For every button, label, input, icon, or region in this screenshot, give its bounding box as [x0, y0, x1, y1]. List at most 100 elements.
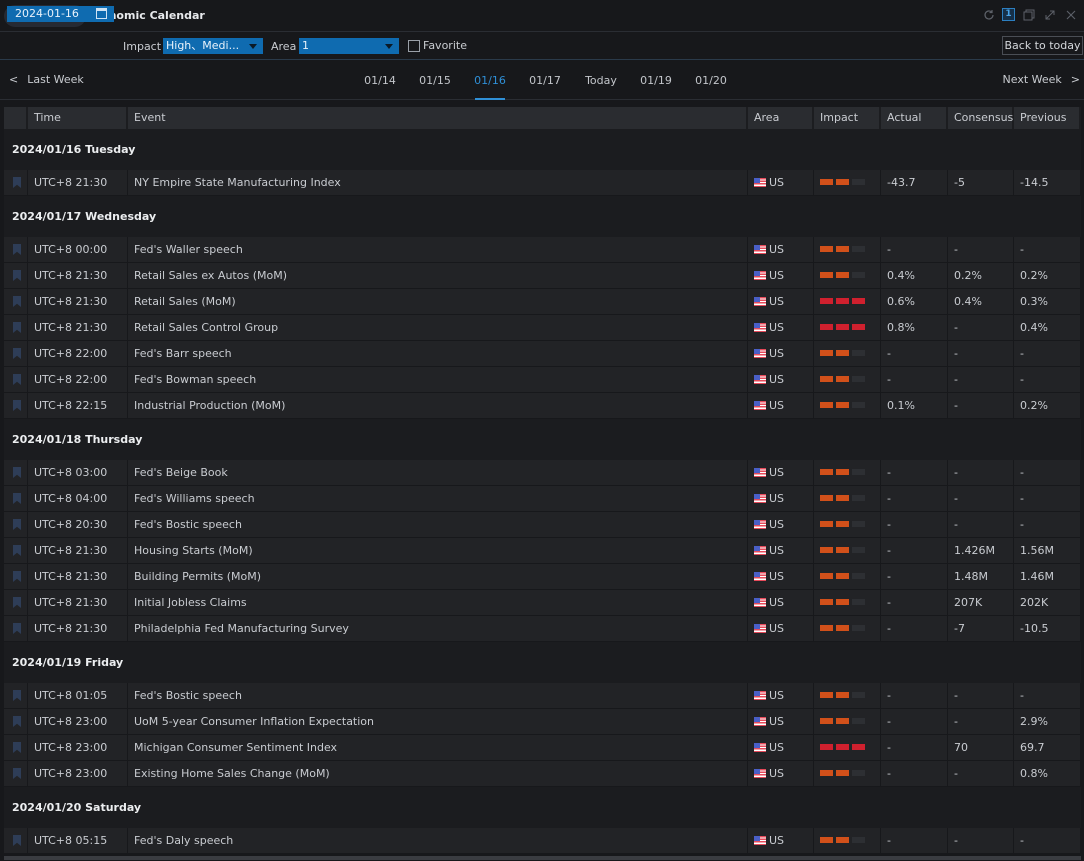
table-row[interactable]: UTC+8 20:30 Fed's Bostic speech US - - - — [4, 512, 1081, 538]
event-name[interactable]: Fed's Bostic speech — [128, 683, 748, 708]
table-row[interactable]: UTC+8 21:30 Retail Sales Control Group US 0… — [4, 315, 1081, 341]
next-week-button[interactable]: Next Week > — [1003, 73, 1080, 86]
bookmark-cell[interactable] — [4, 367, 28, 392]
bookmark-icon[interactable] — [13, 493, 21, 504]
bookmark-icon[interactable] — [13, 322, 21, 333]
table-row[interactable]: UTC+8 23:00 Existing Home Sales Change (M… — [4, 761, 1081, 787]
bookmark-icon[interactable] — [13, 597, 21, 608]
event-name[interactable]: Fed's Bostic speech — [128, 512, 748, 537]
event-name[interactable]: Housing Starts (MoM) — [128, 538, 748, 563]
table-row[interactable]: UTC+8 00:00 Fed's Waller speech US - - - — [4, 237, 1081, 263]
header-time[interactable]: Time — [28, 107, 128, 129]
last-week-button[interactable]: < Last Week — [9, 73, 84, 86]
bookmark-icon[interactable] — [13, 742, 21, 753]
event-name[interactable]: Fed's Barr speech — [128, 341, 748, 366]
bookmark-icon[interactable] — [13, 690, 21, 701]
event-name[interactable]: UoM 5-year Consumer Inflation Expectatio… — [128, 709, 748, 734]
table-row[interactable]: UTC+8 22:00 Fed's Bowman speech US - - - — [4, 367, 1081, 393]
area-select[interactable]: 1 — [299, 38, 399, 54]
table-row[interactable]: UTC+8 22:15 Industrial Production (MoM) US… — [4, 393, 1081, 419]
favorite-label[interactable]: Favorite — [423, 39, 467, 52]
day-tab[interactable]: 01/14 — [360, 74, 400, 87]
bookmark-cell[interactable] — [4, 393, 28, 418]
event-name[interactable]: Retail Sales ex Autos (MoM) — [128, 263, 748, 288]
bookmark-cell[interactable] — [4, 735, 28, 760]
table-row[interactable]: UTC+8 21:30 NY Empire State Manufacturing… — [4, 170, 1081, 196]
bookmark-cell[interactable] — [4, 289, 28, 314]
event-name[interactable]: Fed's Williams speech — [128, 486, 748, 511]
event-name[interactable]: Industrial Production (MoM) — [128, 393, 748, 418]
bookmark-cell[interactable] — [4, 263, 28, 288]
header-impact[interactable]: Impact — [814, 107, 881, 129]
event-name[interactable]: Retail Sales Control Group — [128, 315, 748, 340]
bookmark-cell[interactable] — [4, 590, 28, 615]
event-name[interactable]: Fed's Daly speech — [128, 828, 748, 853]
event-name[interactable]: Fed's Bowman speech — [128, 367, 748, 392]
bookmark-cell[interactable] — [4, 616, 28, 641]
bookmark-icon[interactable] — [13, 296, 21, 307]
header-consensus[interactable]: Consensus — [948, 107, 1014, 129]
bookmark-cell[interactable] — [4, 315, 28, 340]
bookmark-icon[interactable] — [13, 348, 21, 359]
bookmark-cell[interactable] — [4, 170, 28, 195]
table-row[interactable]: UTC+8 21:30 Housing Starts (MoM) US -1.426M… — [4, 538, 1081, 564]
table-row[interactable]: UTC+8 23:00 UoM 5-year Consumer Inflation… — [4, 709, 1081, 735]
day-tab[interactable]: 01/17 — [525, 74, 565, 87]
bookmark-icon[interactable] — [13, 374, 21, 385]
link-group-badge[interactable]: 1 — [1002, 8, 1015, 21]
impact-select[interactable]: High、Medi... — [163, 38, 263, 54]
bookmark-cell[interactable] — [4, 761, 28, 786]
bookmark-icon[interactable] — [13, 244, 21, 255]
bookmark-icon[interactable] — [13, 716, 21, 727]
close-icon[interactable] — [1063, 7, 1078, 22]
bookmark-cell[interactable] — [4, 683, 28, 708]
header-event[interactable]: Event — [128, 107, 748, 129]
table-row[interactable]: UTC+8 23:00 Michigan Consumer Sentiment I… — [4, 735, 1081, 761]
event-name[interactable]: Fed's Beige Book — [128, 460, 748, 485]
bookmark-icon[interactable] — [13, 400, 21, 411]
table-row[interactable]: UTC+8 21:30 Retail Sales ex Autos (MoM) US… — [4, 263, 1081, 289]
bookmark-icon[interactable] — [13, 571, 21, 582]
day-tab[interactable]: 01/15 — [415, 74, 455, 87]
event-name[interactable]: NY Empire State Manufacturing Index — [128, 170, 748, 195]
table-row[interactable]: UTC+8 22:00 Fed's Barr speech US - - - — [4, 341, 1081, 367]
bookmark-cell[interactable] — [4, 341, 28, 366]
event-name[interactable]: Philadelphia Fed Manufacturing Survey — [128, 616, 748, 641]
bookmark-icon[interactable] — [13, 623, 21, 634]
event-name[interactable]: Building Permits (MoM) — [128, 564, 748, 589]
day-tab[interactable]: 01/16 — [470, 74, 510, 87]
day-tab[interactable]: Today — [581, 74, 621, 87]
bookmark-icon[interactable] — [13, 467, 21, 478]
event-name[interactable]: Initial Jobless Claims — [128, 590, 748, 615]
bookmark-cell[interactable] — [4, 538, 28, 563]
calendar-icon[interactable] — [96, 8, 107, 19]
bookmark-cell[interactable] — [4, 709, 28, 734]
table-row[interactable]: UTC+8 05:15 Fed's Daly speech US - - - — [4, 828, 1081, 854]
bookmark-icon[interactable] — [13, 835, 21, 846]
event-name[interactable]: Michigan Consumer Sentiment Index — [128, 735, 748, 760]
restore-icon[interactable] — [1021, 7, 1036, 22]
bookmark-icon[interactable] — [13, 545, 21, 556]
bookmark-cell[interactable] — [4, 460, 28, 485]
refresh-icon[interactable] — [981, 7, 996, 22]
bookmark-cell[interactable] — [4, 512, 28, 537]
table-row[interactable]: UTC+8 04:00 Fed's Williams speech US - - - — [4, 486, 1081, 512]
event-name[interactable]: Fed's Waller speech — [128, 237, 748, 262]
table-row[interactable]: UTC+8 21:30 Retail Sales (MoM) US 0.6% 0.4% 0… — [4, 289, 1081, 315]
bookmark-icon[interactable] — [13, 270, 21, 281]
table-row[interactable]: UTC+8 01:05 Fed's Bostic speech US - - - — [4, 683, 1081, 709]
bookmark-icon[interactable] — [13, 768, 21, 779]
header-actual[interactable]: Actual — [881, 107, 948, 129]
table-row[interactable]: UTC+8 21:30 Philadelphia Fed Manufacturin… — [4, 616, 1081, 642]
header-previous[interactable]: Previous — [1014, 107, 1081, 129]
table-row[interactable]: UTC+8 21:30 Building Permits (MoM) US -1.48… — [4, 564, 1081, 590]
header-area[interactable]: Area — [748, 107, 814, 129]
table-row[interactable]: UTC+8 03:00 Fed's Beige Book US - - - — [4, 460, 1081, 486]
date-picker[interactable]: 2024-01-16 — [7, 6, 114, 22]
event-name[interactable]: Existing Home Sales Change (MoM) — [128, 761, 748, 786]
bookmark-icon[interactable] — [13, 519, 21, 530]
favorite-checkbox[interactable] — [408, 40, 420, 52]
bookmark-cell[interactable] — [4, 564, 28, 589]
event-name[interactable]: Retail Sales (MoM) — [128, 289, 748, 314]
bookmark-icon[interactable] — [13, 177, 21, 188]
